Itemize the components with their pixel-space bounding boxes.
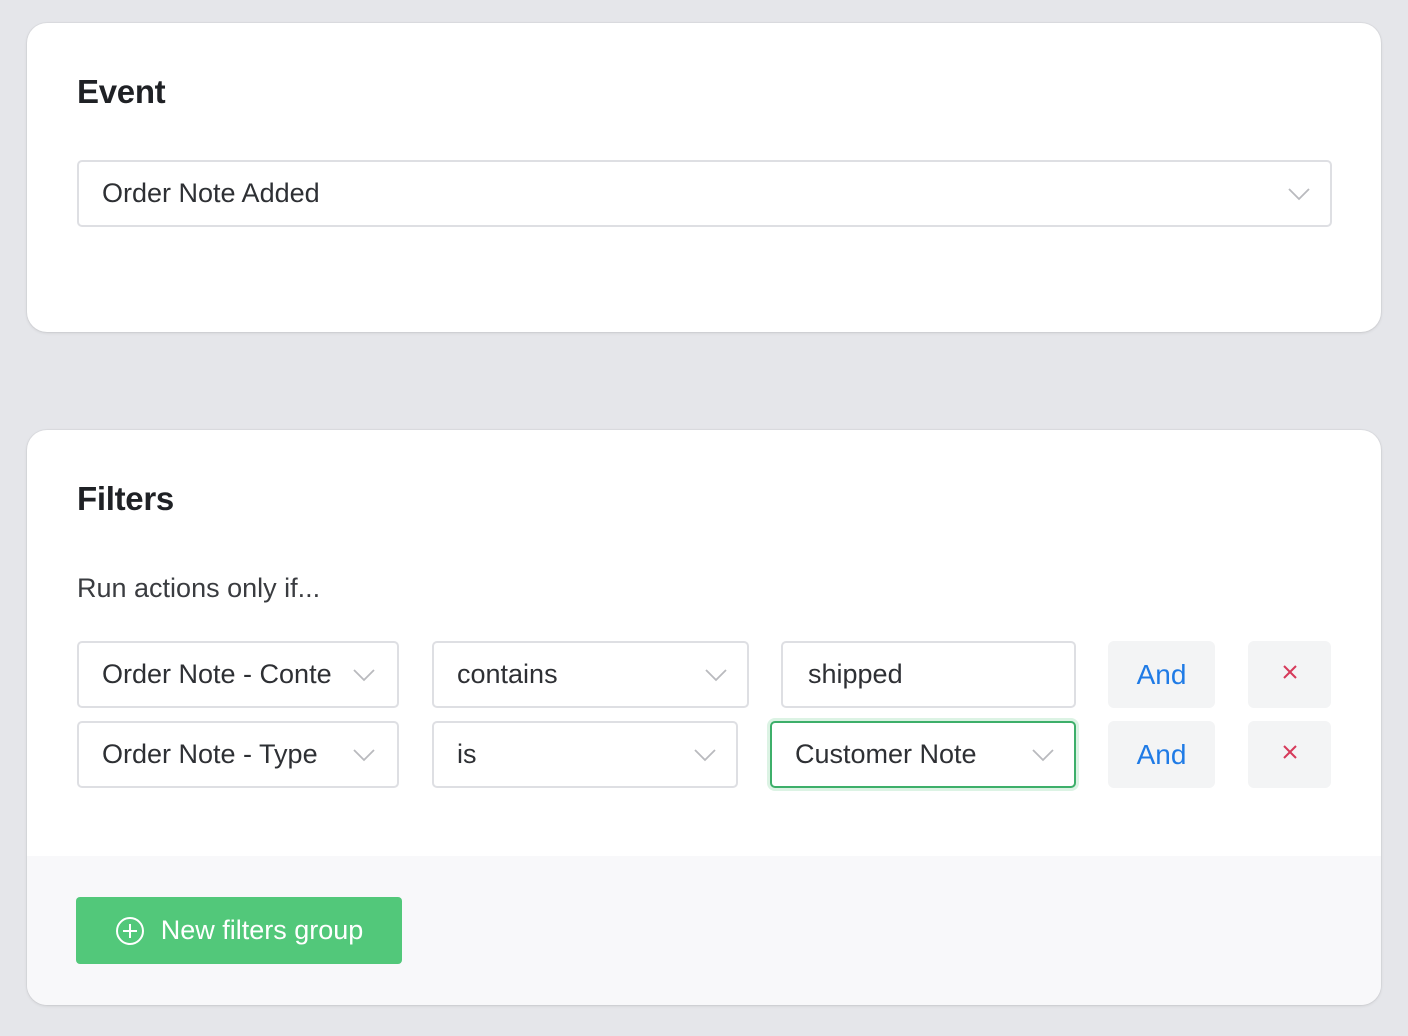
event-select[interactable]: Order Note Added <box>77 160 1332 227</box>
new-filters-group-label: New filters group <box>160 915 364 945</box>
chevron-down-icon <box>705 664 727 686</box>
close-icon <box>1282 664 1298 685</box>
filter-field-select[interactable]: Order Note - Conte <box>77 641 399 708</box>
filter-operator-select[interactable]: is <box>432 721 738 788</box>
event-card: Event Order Note Added <box>27 23 1381 332</box>
event-select-value: Order Note Added <box>102 178 320 208</box>
filter-field-value: Order Note - Conte <box>102 659 332 689</box>
and-button-label: And <box>1136 738 1187 770</box>
chevron-down-icon <box>694 744 716 766</box>
filter-operator-value: contains <box>457 659 558 689</box>
filter-value-input[interactable]: shipped <box>781 641 1076 708</box>
filter-field-value: Order Note - Type <box>102 739 318 769</box>
chevron-down-icon <box>353 664 375 686</box>
filters-footer: New filters group <box>27 856 1381 1005</box>
filter-value-select[interactable]: Customer Note <box>770 721 1076 788</box>
chevron-down-icon <box>1288 183 1310 205</box>
plus-circle-icon <box>115 916 145 946</box>
and-button[interactable]: And <box>1108 721 1215 788</box>
remove-filter-button[interactable] <box>1248 721 1331 788</box>
remove-filter-button[interactable] <box>1248 641 1331 708</box>
filter-field-select[interactable]: Order Note - Type <box>77 721 399 788</box>
chevron-down-icon <box>353 744 375 766</box>
filter-operator-value: is <box>457 739 477 769</box>
filter-value-text: Customer Note <box>795 739 977 769</box>
filter-value-text: shipped <box>808 659 903 689</box>
filters-subtitle: Run actions only if... <box>77 573 321 603</box>
and-button-label: And <box>1136 658 1187 690</box>
new-filters-group-button[interactable]: New filters group <box>76 897 402 964</box>
filters-card: Filters Run actions only if... Order Not… <box>27 430 1381 1005</box>
and-button[interactable]: And <box>1108 641 1215 708</box>
close-icon <box>1282 744 1298 765</box>
filter-operator-select[interactable]: contains <box>432 641 749 708</box>
event-title: Event <box>77 73 166 110</box>
filters-title: Filters <box>77 480 174 517</box>
chevron-down-icon <box>1032 744 1054 766</box>
